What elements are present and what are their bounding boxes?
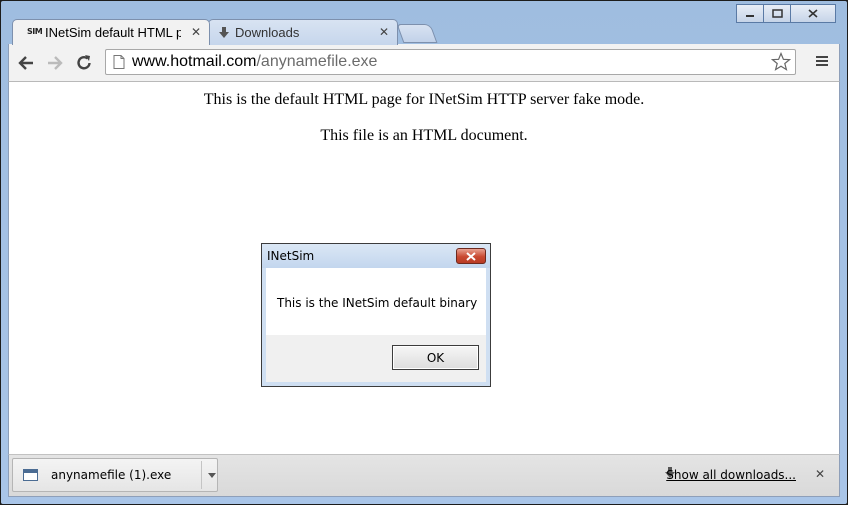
tab-close-icon[interactable]: ✕ (379, 25, 389, 39)
dialog-title: INetSim (267, 249, 315, 263)
inetsim-favicon-icon: SIM (27, 27, 43, 36)
back-arrow-icon (18, 56, 33, 70)
show-all-downloads-link[interactable]: Show all downloads... (666, 468, 796, 482)
forward-button[interactable] (44, 52, 66, 74)
back-button[interactable] (15, 52, 37, 74)
alert-dialog: INetSim This is the INetSim default bina… (261, 243, 491, 387)
dialog-footer: OK (266, 335, 486, 382)
dialog-close-button[interactable] (456, 248, 486, 264)
tab-title: INetSim default HTML pag (45, 25, 181, 40)
browser-window: SIM INetSim default HTML pag ✕ Downloads… (0, 0, 848, 505)
close-icon (808, 9, 818, 18)
url-text: www.hotmail.com/anynamefile.exe (132, 53, 377, 71)
download-shelf: anynamefile (1).exe Show all downloads..… (8, 454, 840, 497)
page-text-line-2: This file is an HTML document. (320, 127, 528, 144)
maximize-icon (771, 9, 783, 18)
reload-button[interactable] (73, 52, 95, 74)
bookmark-star-icon[interactable] (771, 52, 791, 72)
toolbar: www.hotmail.com/anynamefile.exe (8, 44, 840, 81)
url-host: www.hotmail.com (132, 53, 257, 70)
new-tab-button[interactable] (396, 24, 438, 43)
download-item[interactable]: anynamefile (1).exe (12, 458, 218, 492)
download-arrow-icon (219, 27, 229, 38)
page-icon (113, 55, 125, 69)
tab-inetsim[interactable]: SIM INetSim default HTML pag ✕ (12, 19, 210, 45)
tab-downloads[interactable]: Downloads ✕ (208, 19, 398, 45)
url-path: /anynamefile.exe (256, 53, 378, 70)
dialog-body: This is the INetSim default binary (266, 268, 486, 335)
download-filename: anynamefile (1).exe (51, 468, 172, 482)
address-bar[interactable]: www.hotmail.com/anynamefile.exe (105, 49, 796, 75)
page-text-line-1: This is the default HTML page for INetSi… (203, 91, 645, 108)
window-controls (736, 4, 836, 23)
reload-icon (77, 55, 91, 70)
close-icon (466, 251, 476, 261)
executable-file-icon (23, 469, 38, 481)
close-window-button[interactable] (791, 4, 836, 23)
dialog-message: This is the INetSim default binary (277, 296, 478, 310)
forward-arrow-icon (48, 56, 63, 70)
ok-button[interactable]: OK (392, 345, 479, 370)
minimize-button[interactable] (736, 4, 764, 23)
divider (201, 461, 202, 489)
shelf-close-icon[interactable]: ✕ (815, 467, 825, 481)
menu-icon[interactable] (815, 54, 829, 68)
maximize-button[interactable] (764, 4, 791, 23)
chevron-down-icon[interactable] (208, 473, 216, 479)
tab-title: Downloads (235, 25, 300, 40)
minimize-icon (746, 14, 754, 17)
dialog-titlebar: INetSim (262, 244, 490, 268)
tab-close-icon[interactable]: ✕ (191, 25, 201, 39)
